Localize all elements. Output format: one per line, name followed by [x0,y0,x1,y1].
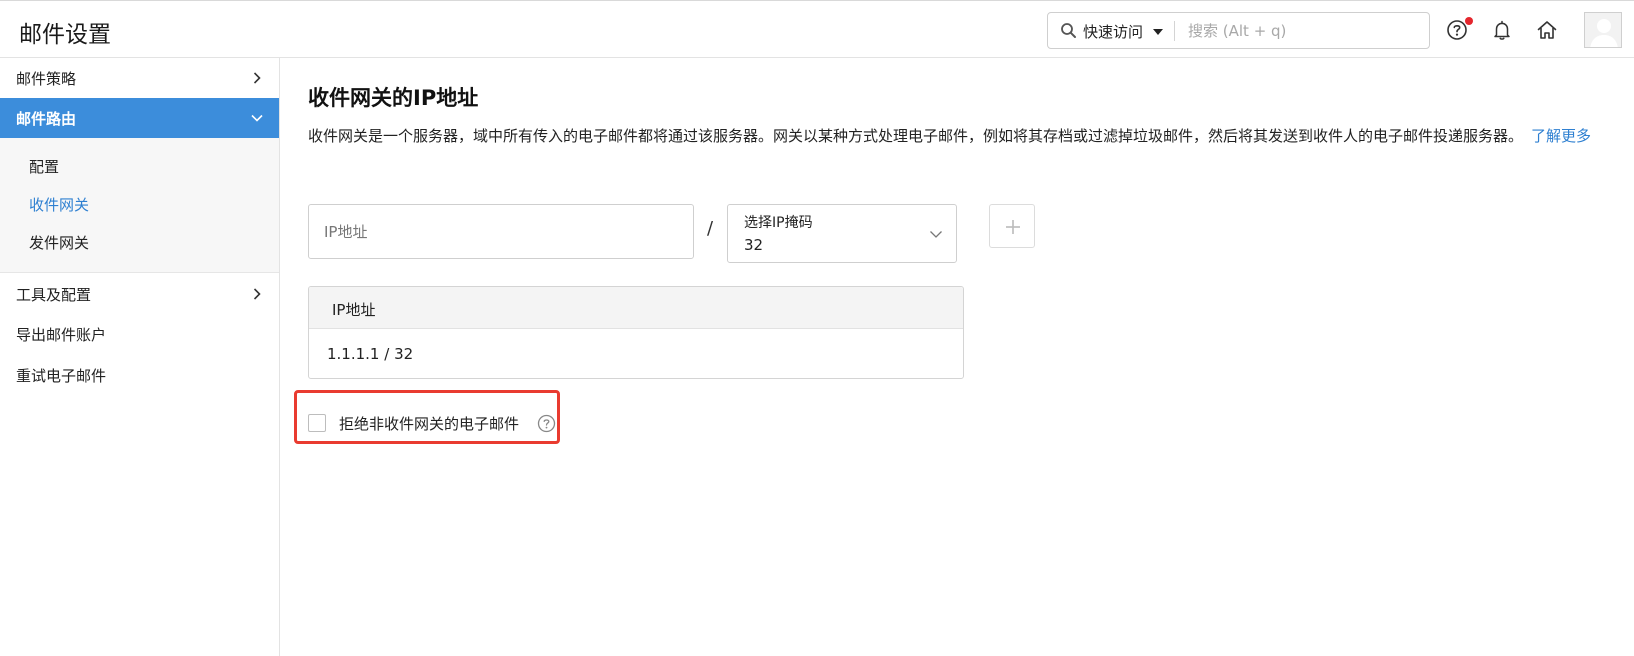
search-input[interactable] [1188,19,1418,43]
sidebar-item-mail-policy[interactable]: 邮件策略 [0,58,279,98]
caret-down-icon[interactable] [1153,29,1163,35]
sidebar-item-label: 导出邮件账户 [16,326,107,344]
user-avatar-icon [1585,13,1621,47]
sidebar-item-mail-routing[interactable]: 邮件路由 [0,98,279,138]
sidebar-item-label: 工具及配置 [16,286,92,304]
sidebar-item-export-accounts[interactable]: 导出邮件账户 [0,314,279,354]
ip-address-input[interactable] [308,204,694,259]
plus-icon [1006,220,1020,234]
add-ip-button[interactable] [989,204,1035,248]
search-divider [1174,21,1175,41]
chevron-down-icon [251,114,263,122]
column-header-ip: IP地址 [332,301,376,319]
table-header: IP地址 [309,287,963,329]
chevron-right-icon [253,72,261,84]
home-icon[interactable] [1535,18,1559,42]
question-icon[interactable] [537,414,556,433]
notification-dot [1465,17,1473,25]
bell-icon[interactable] [1490,18,1514,42]
reject-non-gateway-label[interactable]: 拒绝非收件网关的电子邮件 [339,413,519,434]
sidebar-item-retry-email[interactable]: 重试电子邮件 [0,355,279,395]
ip-mask-separator: / [707,218,714,239]
sidebar-subitem-outbound-gateway[interactable]: 发件网关 [29,232,89,253]
sidebar-item-label: 邮件路由 [16,110,77,128]
sidebar-item-label: 邮件策略 [16,70,77,88]
avatar[interactable] [1584,12,1622,48]
section-description: 收件网关是一个服务器，域中所有传入的电子邮件都将通过该服务器。网关以某种方式处理… [308,124,1598,148]
sidebar-item-tools-config[interactable]: 工具及配置 [0,274,279,314]
section-title: 收件网关的IP地址 [308,86,479,110]
ip-mask-label: 选择IP掩码 [744,215,813,231]
search-bar[interactable]: 快速访问 [1047,12,1430,49]
ip-mask-value: 32 [744,236,764,254]
chevron-down-icon [930,231,942,238]
quick-access-menu[interactable]: 快速访问 [1083,21,1143,42]
ip-mask-select[interactable]: 选择IP掩码 32 [727,204,957,263]
sidebar-subitem-config[interactable]: 配置 [29,156,59,177]
learn-more-link[interactable]: 了解更多 [1531,127,1591,145]
top-header: 邮件设置 快速访问 [0,0,1634,58]
ip-address-table: IP地址 1.1.1.1 / 32 [308,286,964,379]
sidebar-subnav: 配置 收件网关 发件网关 [0,138,279,273]
main-content: 收件网关的IP地址 收件网关是一个服务器，域中所有传入的电子邮件都将通过该服务器… [294,58,1608,656]
sidebar: 邮件策略 邮件路由 配置 收件网关 发件网关 工具及配置 导出邮件账户 重试电子… [0,58,280,656]
search-icon [1061,23,1076,38]
table-row: 1.1.1.1 / 32 [327,345,414,363]
description-text: 收件网关是一个服务器，域中所有传入的电子邮件都将通过该服务器。网关以某种方式处理… [308,127,1524,145]
sidebar-item-label: 重试电子邮件 [16,367,107,385]
reject-non-gateway-checkbox[interactable] [308,414,326,432]
sidebar-subitem-inbound-gateway[interactable]: 收件网关 [29,194,89,215]
page-title: 邮件设置 [19,22,111,48]
chevron-right-icon [253,288,261,300]
